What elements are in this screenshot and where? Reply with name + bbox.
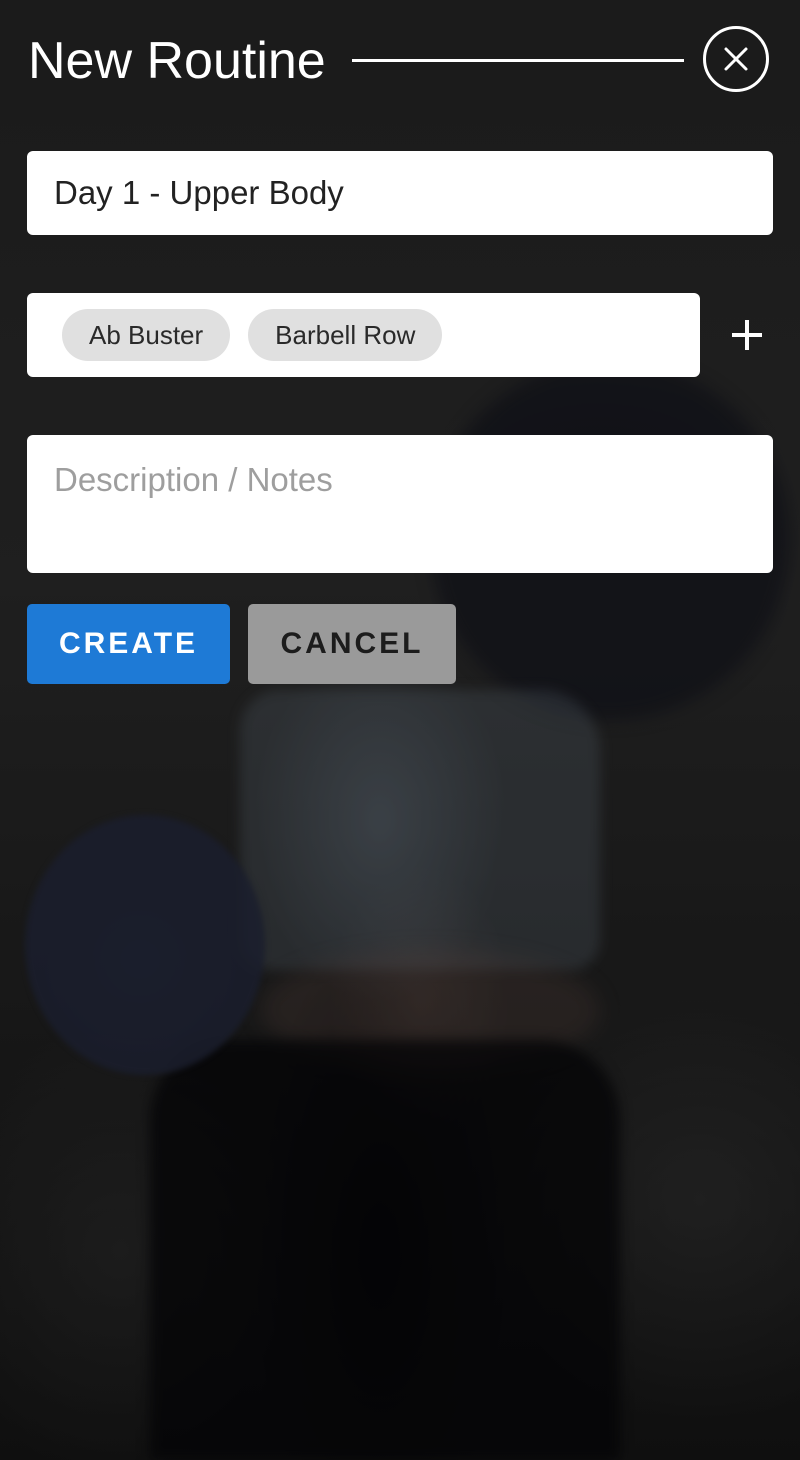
exercise-chip[interactable]: Barbell Row [248,309,443,361]
create-button[interactable]: CREATE [27,604,230,684]
notes-textarea[interactable]: Description / Notes [27,435,773,573]
notes-placeholder: Description / Notes [54,461,333,498]
exercise-chip[interactable]: Ab Buster [62,309,231,361]
routine-name-input[interactable]: Day 1 - Upper Body [27,151,773,235]
close-icon [724,47,748,71]
cancel-button[interactable]: CANCEL [248,604,456,684]
exercise-chip-field[interactable]: Ab Buster Barbell Row [27,293,700,377]
plus-icon [732,320,762,350]
title-divider [352,59,684,62]
add-exercise-button[interactable] [722,310,772,360]
routine-name-value: Day 1 - Upper Body [54,174,344,211]
close-button[interactable] [703,26,769,92]
page-title: New Routine [28,32,326,90]
